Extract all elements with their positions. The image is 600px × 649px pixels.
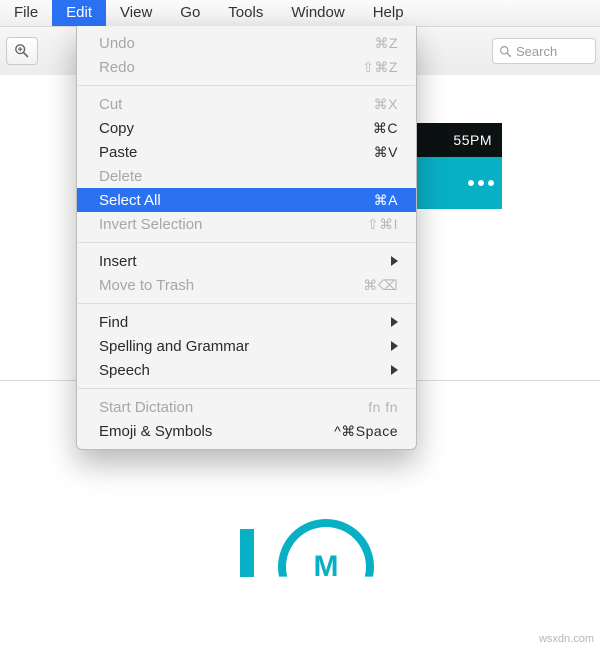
submenu-arrow-icon <box>391 341 398 351</box>
phone-time: 55PM <box>453 132 492 148</box>
menu-item-delete: Delete <box>77 164 416 188</box>
menu-item-shortcut: ⌘V <box>374 144 398 161</box>
submenu-arrow-icon <box>391 317 398 327</box>
menu-item-label: Speech <box>99 362 391 379</box>
menu-item-label: Cut <box>99 96 374 113</box>
menu-item-emoji-symbols[interactable]: Emoji & Symbols^⌘Space <box>77 419 416 443</box>
menubar: FileEditViewGoToolsWindowHelp <box>0 0 600 27</box>
menu-item-redo: Redo⇧⌘Z <box>77 55 416 79</box>
menu-window[interactable]: Window <box>277 0 358 26</box>
menu-separator <box>78 85 415 86</box>
menu-item-cut: Cut⌘X <box>77 92 416 116</box>
search-placeholder: Search <box>516 44 557 59</box>
menu-item-move-to-trash: Move to Trash⌘⌫ <box>77 273 416 297</box>
menu-item-shortcut: ⌘Z <box>374 35 398 52</box>
menu-item-invert-selection: Invert Selection⇧⌘I <box>77 212 416 236</box>
menu-edit[interactable]: Edit <box>52 0 106 26</box>
watermark: wsxdn.com <box>539 633 594 645</box>
menu-item-find[interactable]: Find <box>77 310 416 334</box>
menu-item-copy[interactable]: Copy⌘C <box>77 116 416 140</box>
menu-item-insert[interactable]: Insert <box>77 249 416 273</box>
menu-separator <box>78 242 415 243</box>
menu-item-shortcut: ⌘X <box>374 96 398 113</box>
menu-item-shortcut: ⇧⌘Z <box>362 59 398 76</box>
submenu-arrow-icon <box>391 365 398 375</box>
menu-item-shortcut: fn fn <box>368 399 398 415</box>
menu-item-label: Start Dictation <box>99 399 368 416</box>
menu-item-shortcut: ⌘A <box>374 192 398 209</box>
submenu-arrow-icon <box>391 256 398 266</box>
menu-tools[interactable]: Tools <box>214 0 277 26</box>
teal-logo-icon: M <box>240 529 360 599</box>
menu-item-label: Insert <box>99 253 391 270</box>
menu-item-label: Select All <box>99 192 374 209</box>
menu-item-start-dictation: Start Dictationfn fn <box>77 395 416 419</box>
menu-item-shortcut: ⌘C <box>373 120 398 137</box>
menu-separator <box>78 303 415 304</box>
menu-item-label: Redo <box>99 59 362 76</box>
menu-help[interactable]: Help <box>359 0 418 26</box>
menu-item-label: Spelling and Grammar <box>99 338 391 355</box>
menu-item-label: Copy <box>99 120 373 137</box>
menu-item-shortcut: ⇧⌘I <box>367 216 398 233</box>
menu-item-label: Move to Trash <box>99 277 363 294</box>
zoom-out-button[interactable] <box>6 37 38 65</box>
menu-item-shortcut: ^⌘Space <box>334 423 398 440</box>
menu-item-speech[interactable]: Speech <box>77 358 416 382</box>
edit-menu-dropdown: Undo⌘ZRedo⇧⌘ZCut⌘XCopy⌘CPaste⌘VDeleteSel… <box>76 26 417 450</box>
menu-item-label: Invert Selection <box>99 216 367 233</box>
menu-file[interactable]: File <box>0 0 52 26</box>
overflow-icon <box>478 180 484 186</box>
menu-go[interactable]: Go <box>166 0 214 26</box>
menu-item-label: Undo <box>99 35 374 52</box>
menu-item-select-all[interactable]: Select All⌘A <box>77 188 416 212</box>
menu-item-label: Emoji & Symbols <box>99 423 334 440</box>
menu-item-undo: Undo⌘Z <box>77 31 416 55</box>
menu-item-spelling[interactable]: Spelling and Grammar <box>77 334 416 358</box>
menu-separator <box>78 388 415 389</box>
magnifier-plus-icon <box>14 43 30 59</box>
menu-item-paste[interactable]: Paste⌘V <box>77 140 416 164</box>
menu-item-label: Delete <box>99 168 398 185</box>
search-input[interactable]: Search <box>492 38 596 64</box>
menu-view[interactable]: View <box>106 0 166 26</box>
search-icon <box>499 45 512 58</box>
menu-item-shortcut: ⌘⌫ <box>363 277 398 294</box>
menu-item-label: Find <box>99 314 391 331</box>
menu-item-label: Paste <box>99 144 374 161</box>
